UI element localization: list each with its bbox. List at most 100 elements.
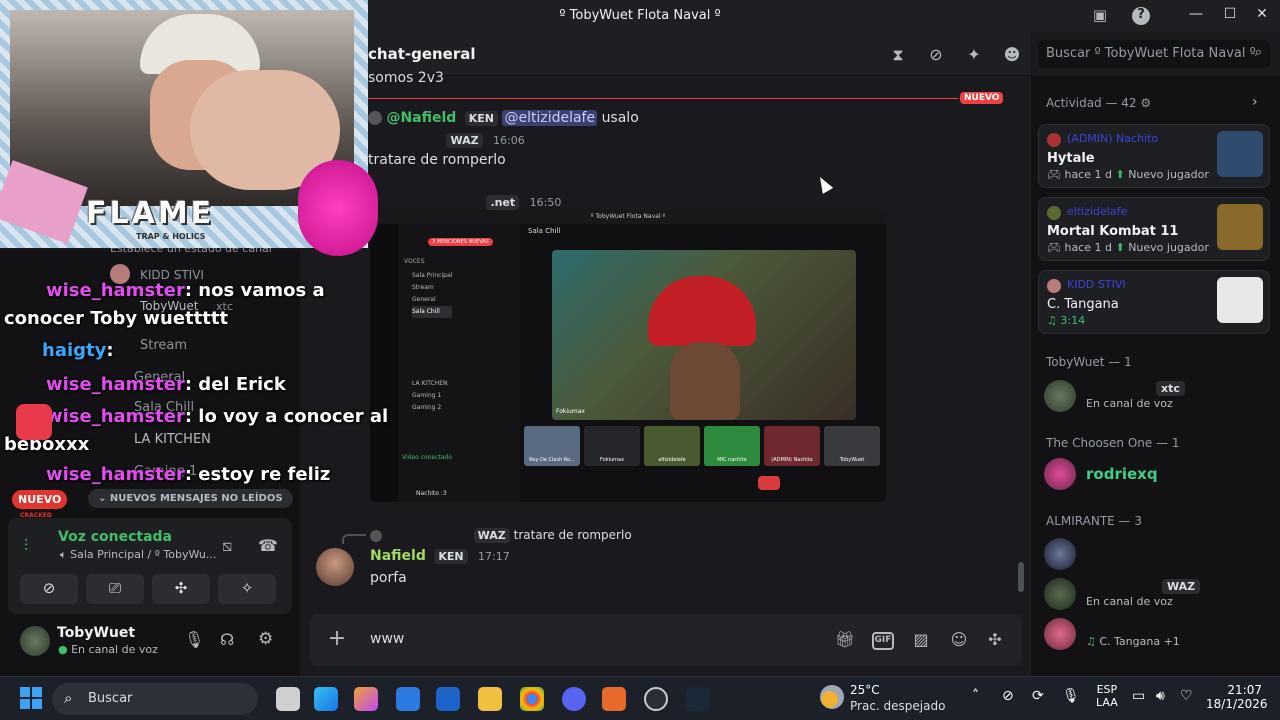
fl-studio-icon[interactable] xyxy=(602,687,626,711)
gear-icon[interactable]: ⚙ xyxy=(1140,96,1151,110)
edge-icon[interactable] xyxy=(314,687,338,711)
clock[interactable]: 21:07 18/1/2026 xyxy=(1206,683,1268,711)
activity-card[interactable]: eltizidelafe Mortal Kombat 11 🎮︎ hace 1 … xyxy=(1038,197,1270,261)
apps-icon[interactable]: ✣ xyxy=(984,630,1006,652)
activities-button[interactable]: ✣ xyxy=(152,574,210,604)
reply-preview[interactable]: WAZ tratare de romperlo xyxy=(370,528,632,543)
help-icon[interactable]: ? xyxy=(1132,7,1150,25)
headphones-icon[interactable]: ☊ xyxy=(220,630,234,649)
member-item[interactable]: rodriexq xyxy=(1044,454,1264,494)
voice-channel[interactable]: LA KITCHEN xyxy=(134,432,211,447)
voice-channel[interactable]: Stream xyxy=(140,338,187,353)
clock-time: 21:07 xyxy=(1227,683,1262,697)
tray-icon[interactable]: ⊘ xyxy=(1002,688,1014,704)
logo-subtext: TRAP & HOLICS xyxy=(136,232,206,241)
weather-desc[interactable]: Prac. despejado xyxy=(850,699,945,713)
activity-thumbnail xyxy=(1217,131,1263,177)
network-icon[interactable]: ▭ xyxy=(1132,688,1145,704)
message-composer[interactable]: + www 🎁︎ GIF ▨ ☺ ✣ xyxy=(310,614,1022,666)
close-button[interactable]: ✕ xyxy=(1252,6,1272,26)
maximize-button[interactable]: ☐ xyxy=(1220,6,1240,26)
gamepad-icon: 🎮︎ xyxy=(1047,241,1065,254)
pin-icon[interactable]: ✦ xyxy=(964,45,984,65)
search-icon: ⌕ xyxy=(1254,45,1262,60)
member-item[interactable]: xtc En canal de voz xyxy=(1044,376,1264,416)
disconnect-icon[interactable]: ☎ xyxy=(258,536,278,555)
username-redacted[interactable] xyxy=(368,194,478,210)
discord-icon[interactable] xyxy=(562,687,586,711)
soundboard-button[interactable]: ✧ xyxy=(218,574,276,604)
overlay-chat-text: : lo voy a conocer al xyxy=(184,406,389,427)
emoji-icon[interactable]: ☺ xyxy=(948,630,970,652)
copilot-icon[interactable] xyxy=(354,687,378,711)
inbox-icon[interactable]: ▣ xyxy=(1090,6,1110,26)
gift-icon[interactable]: 🎁︎ xyxy=(834,630,856,652)
notifications-icon[interactable]: ♡ xyxy=(1180,688,1193,704)
microphone-icon[interactable]: 🎙︎ xyxy=(1062,688,1080,704)
file-explorer-icon[interactable] xyxy=(478,687,502,711)
weather-icon[interactable] xyxy=(820,685,844,709)
task-view-icon[interactable] xyxy=(276,687,300,711)
taskbar-search[interactable]: ⌕ Buscar xyxy=(52,683,258,715)
avatar[interactable] xyxy=(316,548,354,586)
chevron-right-icon[interactable]: › xyxy=(1252,94,1258,110)
message-text: usalo xyxy=(601,110,639,126)
steam-icon[interactable] xyxy=(686,687,710,711)
obs-icon[interactable] xyxy=(644,687,668,711)
member-item[interactable] xyxy=(1044,534,1264,574)
activity-card[interactable]: (ADMIN) Nachito Hytale 🎮︎ hace 1 d ⬆ Nue… xyxy=(1038,124,1270,188)
user-status-label: En canal de voz xyxy=(71,643,158,656)
weather-temp[interactable]: 25°C xyxy=(850,683,880,697)
microphone-icon[interactable]: 🎙︎ xyxy=(184,630,204,649)
minimize-button[interactable]: — xyxy=(1186,6,1206,26)
store-icon[interactable] xyxy=(396,687,420,711)
activity-game: Mortal Kombat 11 xyxy=(1047,224,1179,239)
activity-header[interactable]: Actividad — 42 ⚙ xyxy=(1046,96,1151,110)
member-item[interactable]: ♫ C. Tangana +1 xyxy=(1044,614,1264,654)
chrome-icon[interactable] xyxy=(520,687,544,711)
member-name-redacted xyxy=(1086,544,1090,559)
settings-gear-icon[interactable]: ⚙ xyxy=(258,629,273,649)
user-status: ● En canal de voz xyxy=(58,643,158,656)
unread-label: NUEVOS MENSAJES NO LEÍDOS xyxy=(109,493,283,504)
sync-icon[interactable]: ⟳ xyxy=(1032,688,1044,704)
volume-icon[interactable]: 🔊︎ xyxy=(1156,688,1165,704)
add-attachment-icon[interactable]: + xyxy=(326,626,348,651)
search-input[interactable]: Buscar º TobyWuet Flota Naval º ⌕ xyxy=(1038,40,1270,68)
embed-video-label: Fokiumax xyxy=(556,408,585,415)
user-name[interactable]: TobyWuet xyxy=(57,625,135,641)
logo-text: FLAME xyxy=(86,196,215,231)
voice-location[interactable]: 🔈︎ Sala Principal / º TobyWu... xyxy=(60,548,216,562)
username[interactable]: Nafield xyxy=(370,548,426,564)
clock-date: 18/1/2026 xyxy=(1206,697,1268,711)
mention[interactable]: @eltizidelafe xyxy=(502,110,598,126)
screen-share-button[interactable]: ⎚ xyxy=(86,574,144,604)
embed-voices-header: VOCES xyxy=(404,258,425,265)
voice-status[interactable]: Voz conectada xyxy=(58,529,172,545)
noise-suppression-icon[interactable]: ⧅ xyxy=(222,536,232,556)
username-redacted[interactable] xyxy=(368,132,438,148)
new-player-icon: ⬆ xyxy=(1115,168,1125,181)
activity-card[interactable]: KIDD STIVI C. Tangana ♫ 3:14 xyxy=(1038,270,1270,334)
members-icon[interactable]: ☻ xyxy=(1002,45,1022,65)
username[interactable]: @Nafield xyxy=(386,110,456,126)
attachment-image[interactable]: º TobyWuet Flota Naval º 3 MENCIONES NUE… xyxy=(370,210,886,502)
member-item[interactable]: WAZ En canal de voz xyxy=(1044,574,1264,614)
gif-icon[interactable]: GIF xyxy=(872,632,894,650)
windows-start-icon[interactable] xyxy=(20,687,42,709)
embed-face xyxy=(670,342,740,420)
chat-scrollbar[interactable] xyxy=(1018,562,1024,592)
chevron-up-icon[interactable]: ˄ xyxy=(972,688,979,704)
overlay-chat-user: wise_hamster xyxy=(46,464,185,485)
camera-button[interactable]: ⊘ xyxy=(20,574,78,604)
avatar xyxy=(1044,458,1076,490)
outlook-icon[interactable] xyxy=(436,687,460,711)
threads-icon[interactable]: ⧗ xyxy=(888,45,908,65)
language-indicator[interactable]: ESP LAA xyxy=(1096,683,1118,709)
mute-icon[interactable]: ⊘ xyxy=(926,45,946,65)
sticker-icon[interactable]: ▨ xyxy=(910,630,932,652)
new-unread-bar[interactable]: ⌄ NUEVOS MENSAJES NO LEÍDOS xyxy=(88,489,293,508)
avatar[interactable] xyxy=(20,626,50,656)
avatar xyxy=(370,529,382,542)
message-input[interactable]: www xyxy=(370,631,404,647)
